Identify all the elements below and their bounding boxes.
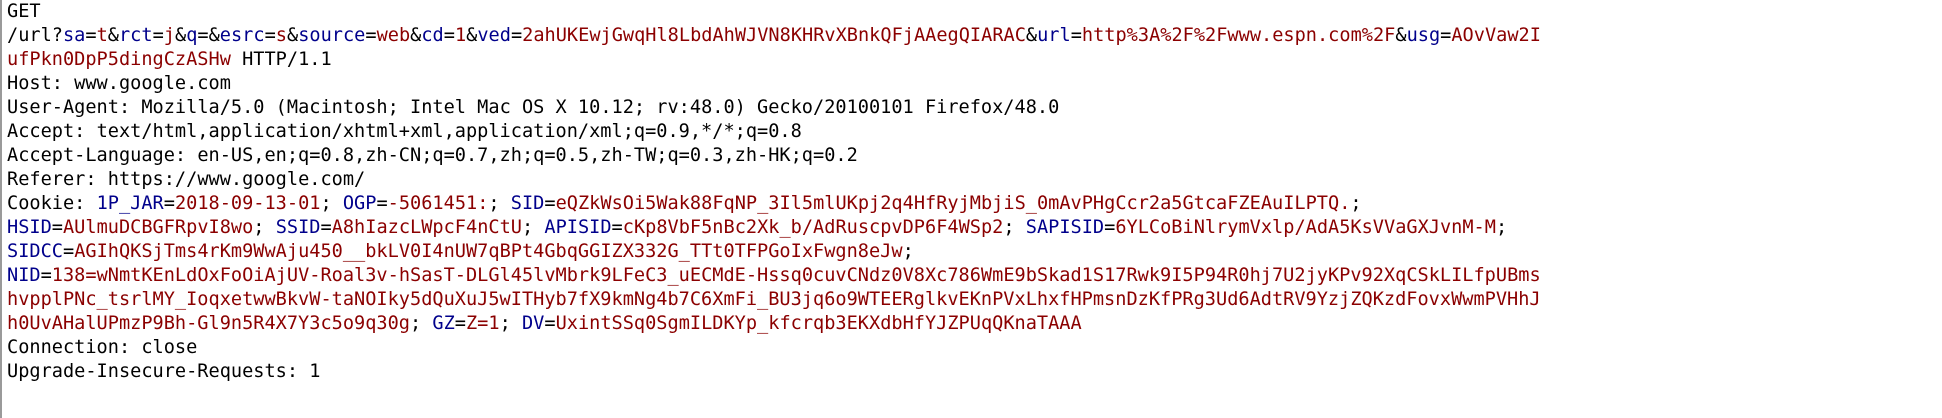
header-name: Referer	[7, 169, 86, 190]
cookie-value: -5061451:	[387, 193, 489, 214]
cookie-key: SID	[510, 193, 545, 214]
cookie-value: hvpplPNc_tsrlMY_IoqxetwwBkvW-taNOIky5dQu…	[7, 289, 1541, 310]
request-text-pane: GET /url?sa=t&rct=j&q=&esrc=s&source=web…	[7, 0, 1935, 384]
cookie-key: SAPISID	[1025, 217, 1105, 238]
cookie-line-cont: hvpplPNc_tsrlMY_IoqxetwwBkvW-taNOIky5dQu…	[7, 288, 1935, 312]
param-key: ved	[477, 25, 511, 46]
header-value: www.google.com	[74, 73, 231, 94]
cookie-value: 2018-09-13-01	[174, 193, 321, 214]
header-line: Connection: close	[7, 337, 198, 358]
request-line-cont: ufPkn0DpP5dingCzASHw HTTP/1.1	[7, 48, 1935, 72]
header-line: Accept-Language: en-US,en;q=0.8,zh-CN;q=…	[7, 145, 858, 166]
cookie-line: HSID=AUlmuDCBGFRpvI8wo; SSID=A8hIazcLWpc…	[7, 217, 1508, 238]
header-line: Referer: https://www.google.com/	[7, 169, 366, 190]
header-name: Cookie	[7, 193, 75, 214]
param-value: s	[275, 25, 287, 46]
param-key: cd	[421, 25, 444, 46]
cookie-value: h0UvAHalUPmzP9Bh-Gl9n5R4X7Y3c5o9q30g	[7, 313, 410, 334]
param-key: source	[298, 25, 366, 46]
param-key: rct	[118, 25, 153, 46]
header-name: User-Agent	[7, 97, 119, 118]
cookie-value: 6YLCoBiNlrymVxlp/AdA5KsVVaGXJvnM-M	[1115, 217, 1496, 238]
cookie-line: SIDCC=AGIhQKSjTms4rKm9WwAju450__bkLV0I4n…	[7, 241, 914, 262]
cookie-line: Cookie: 1P_JAR=2018-09-13-01; OGP=-50614…	[7, 193, 1362, 214]
param-key: esrc	[219, 25, 265, 46]
cookie-value: eQZkWsOi5Wak88FqNP_3Il5mlUKpj2q4HfRyjMbj…	[555, 193, 1351, 214]
header-name: Connection	[7, 337, 119, 358]
header-line: Upgrade-Insecure-Requests: 1	[7, 361, 321, 382]
param-value: ufPkn0DpP5dingCzASHw	[7, 49, 231, 70]
header-line: Host: www.google.com	[7, 73, 231, 94]
http-request-viewer: GET /url?sa=t&rct=j&q=&esrc=s&source=web…	[0, 0, 1942, 418]
request-path: /url?	[7, 25, 63, 46]
cookie-key: SIDCC	[7, 241, 63, 262]
header-value: https://www.google.com/	[107, 169, 366, 190]
param-value: 1	[454, 25, 467, 46]
cookie-value: UxintSSq0SgmILDKYp_kfcrqb3EKXdbHfYJZPUqQ…	[555, 313, 1082, 334]
cookie-value: A8hIazcLWpcF4nCtU	[331, 217, 522, 238]
request-line: /url?sa=t&rct=j&q=&esrc=s&source=web&cd=…	[7, 25, 1541, 46]
cookie-key: 1P_JAR	[96, 193, 164, 214]
header-name: Upgrade-Insecure-Requests	[7, 361, 287, 382]
param-value: j	[163, 25, 175, 46]
param-key: q	[186, 25, 198, 46]
header-name: Host	[7, 73, 52, 94]
param-key: sa	[62, 25, 86, 46]
cookie-key: APISID	[544, 217, 612, 238]
header-value: 1	[309, 361, 321, 382]
param-value: t	[96, 25, 108, 46]
cookie-value: cKp8VbF5nBc2Xk_b/AdRuscpvDP6F4WSp2	[622, 217, 1004, 238]
header-line: User-Agent: Mozilla/5.0 (Macintosh; Inte…	[7, 97, 1060, 118]
header-value: text/html,application/xhtml+xml,applicat…	[96, 121, 802, 142]
cookie-key: SSID	[275, 217, 321, 238]
param-key: url	[1037, 25, 1071, 46]
param-value: 2ahUKEwjGwqHl8LbdAhWJVN8KHRvXBnkQFjAAegQ…	[522, 25, 1026, 46]
cookie-value: AGIhQKSjTms4rKm9WwAju450__bkLV0I4nUW7qBP…	[74, 241, 903, 262]
header-value: Mozilla/5.0 (Macintosh; Intel Mac OS X 1…	[141, 97, 1060, 118]
header-value: en-US,en;q=0.8,zh-CN;q=0.7,zh;q=0.5,zh-T…	[197, 145, 858, 166]
header-name: Accept	[7, 121, 75, 142]
request-method: GET	[7, 1, 41, 22]
cookie-value: Z=1	[465, 313, 500, 334]
left-border	[0, 0, 2, 418]
header-name: Accept-Language	[7, 145, 175, 166]
header-value: close	[141, 337, 198, 358]
param-key: usg	[1406, 25, 1441, 46]
cookie-key: HSID	[7, 217, 52, 238]
cookie-value: AUlmuDCBGFRpvI8wo	[62, 217, 254, 238]
param-value: AOvVaw2I	[1451, 25, 1541, 46]
protocol: HTTP/1.1	[242, 49, 332, 70]
param-value: http%3A%2F%2Fwww.espn.com%2F	[1081, 25, 1396, 46]
cookie-line-cont: h0UvAHalUPmzP9Bh-Gl9n5R4X7Y3c5o9q30g; GZ…	[7, 313, 1082, 334]
cookie-key: DV	[521, 313, 545, 334]
cookie-key: OGP	[342, 193, 377, 214]
cookie-value: 138=wNmtKEnLdOxFoOiAjUV-Roal3v-hSasT-DLG…	[51, 265, 1541, 286]
header-line: Accept: text/html,application/xhtml+xml,…	[7, 121, 802, 142]
cookie-key: NID	[7, 265, 41, 286]
param-value: web	[376, 25, 411, 46]
cookie-key: GZ	[432, 313, 455, 334]
cookie-line: NID=138=wNmtKEnLdOxFoOiAjUV-Roal3v-hSasT…	[7, 265, 1541, 286]
